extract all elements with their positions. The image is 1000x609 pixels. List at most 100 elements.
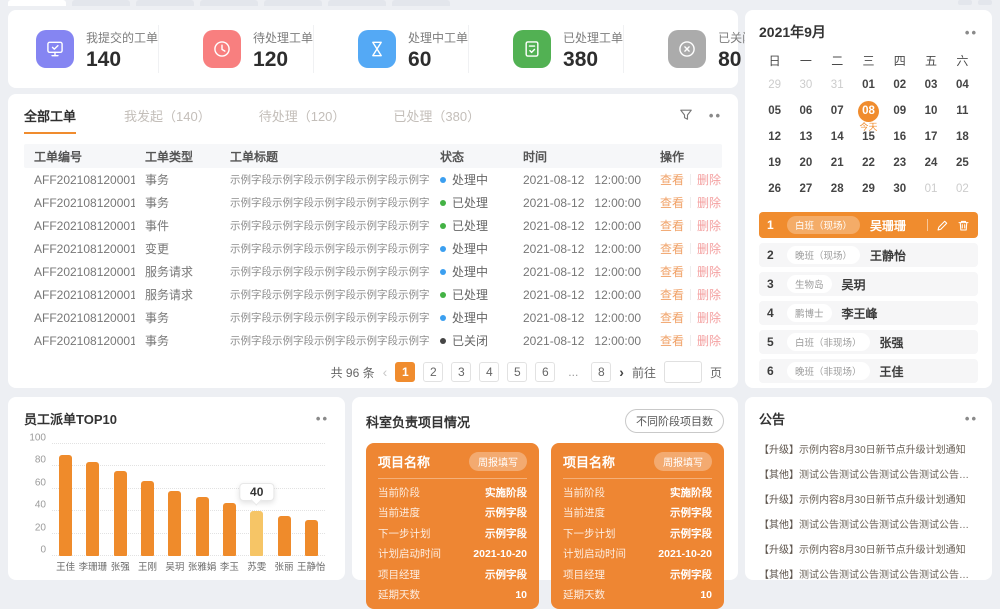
browser-tab[interactable] — [392, 0, 450, 6]
stage-count-button[interactable]: 不同阶段项目数 — [625, 409, 724, 433]
page-button[interactable]: 4 — [479, 362, 499, 382]
calendar-day[interactable]: 03 — [915, 72, 946, 98]
calendar-day[interactable]: 06 — [790, 98, 821, 124]
bar[interactable] — [86, 462, 99, 556]
notice-item[interactable]: 【其他】 测试公告测试公告测试公告测试公告测试公告 — [759, 461, 978, 486]
calendar-day[interactable]: 01 — [853, 72, 884, 98]
calendar-day[interactable]: 24 — [915, 150, 946, 176]
page-button[interactable]: 2 — [423, 362, 443, 382]
page-button[interactable]: ... — [563, 362, 583, 382]
bar[interactable] — [250, 511, 263, 556]
more-icon[interactable]: •• — [709, 109, 722, 122]
calendar-day[interactable]: 04 — [947, 72, 978, 98]
view-link[interactable]: 查看 — [660, 240, 684, 257]
calendar-day[interactable]: 08 今天 — [853, 98, 884, 124]
order-tab[interactable]: 待处理（120） — [259, 106, 346, 134]
delete-link[interactable]: 删除 — [697, 286, 721, 303]
calendar-day[interactable]: 16 — [884, 124, 915, 150]
calendar-day[interactable]: 10 — [915, 98, 946, 124]
notice-item[interactable]: 【其他】 测试公告测试公告测试公告测试公告测试公告 — [759, 561, 978, 586]
window-control[interactable] — [978, 0, 992, 5]
page-button[interactable]: 1 — [395, 362, 415, 382]
calendar-day[interactable]: 23 — [884, 150, 915, 176]
browser-tab[interactable] — [328, 0, 386, 6]
calendar-day[interactable]: 09 — [884, 98, 915, 124]
shift-row[interactable]: 6 晚班（非现场） 王佳 — [759, 359, 978, 383]
calendar-day[interactable]: 13 — [790, 124, 821, 150]
bar-slot[interactable]: 李珊珊 — [79, 442, 106, 556]
stat-card-done[interactable]: 已处理工单 380 — [468, 25, 623, 73]
shift-row[interactable]: 3 生物岛 吴玥 — [759, 272, 978, 296]
shift-row[interactable]: 1 白班（现场） 吴珊珊 — [759, 212, 978, 238]
notice-item[interactable]: 【升级】 示例内容8月30日新节点升级计划通知 — [759, 536, 978, 561]
calendar-day[interactable]: 19 — [759, 150, 790, 176]
browser-tab[interactable] — [136, 0, 194, 6]
bar[interactable] — [223, 503, 236, 556]
bar[interactable] — [59, 455, 72, 556]
calendar-day[interactable]: 18 — [947, 124, 978, 150]
page-button[interactable]: 8 — [591, 362, 611, 382]
calendar-day[interactable]: 20 — [790, 150, 821, 176]
stat-card-submitted[interactable]: 我提交的工单 140 — [8, 25, 158, 73]
window-control[interactable] — [958, 0, 972, 5]
bar[interactable] — [114, 471, 127, 556]
calendar-day[interactable]: 17 — [915, 124, 946, 150]
shift-row[interactable]: 2 晚班（现场） 王静怡 — [759, 243, 978, 267]
bar[interactable] — [196, 497, 209, 556]
calendar-day[interactable]: 29 — [759, 72, 790, 98]
view-link[interactable]: 查看 — [660, 194, 684, 211]
calendar-day[interactable]: 22 — [853, 150, 884, 176]
delete-link[interactable]: 删除 — [697, 332, 721, 349]
bar-slot[interactable]: 王静怡 — [298, 442, 325, 556]
bar-slot[interactable]: 40苏雯 — [243, 442, 270, 556]
stat-card-processing[interactable]: 处理中工单 60 — [313, 25, 468, 73]
goto-page-input[interactable] — [664, 361, 702, 383]
calendar-day[interactable]: 28 — [822, 176, 853, 202]
bar-slot[interactable]: 吴玥 — [161, 442, 188, 556]
bar-slot[interactable]: 张丽 — [270, 442, 297, 556]
bar-slot[interactable]: 张强 — [107, 442, 134, 556]
delete-link[interactable]: 删除 — [697, 194, 721, 211]
order-tab[interactable]: 全部工单 — [24, 106, 76, 134]
browser-tab[interactable] — [264, 0, 322, 6]
view-link[interactable]: 查看 — [660, 332, 684, 349]
view-link[interactable]: 查看 — [660, 263, 684, 280]
more-icon[interactable]: •• — [965, 26, 978, 39]
page-button[interactable]: 5 — [507, 362, 527, 382]
calendar-day[interactable]: 07 — [822, 98, 853, 124]
bar[interactable] — [168, 491, 181, 556]
view-link[interactable]: 查看 — [660, 286, 684, 303]
calendar-day[interactable]: 12 — [759, 124, 790, 150]
view-link[interactable]: 查看 — [660, 171, 684, 188]
notice-item[interactable]: 【其他】 测试公告测试公告测试公告测试公告测试公告 — [759, 511, 978, 536]
notice-item[interactable]: 【升级】 示例内容8月30日新节点升级计划通知 — [759, 486, 978, 511]
browser-tab[interactable] — [8, 0, 66, 6]
weekly-report-badge[interactable]: 周报填写 — [654, 452, 712, 471]
calendar-day[interactable]: 27 — [790, 176, 821, 202]
calendar-day[interactable]: 29 — [853, 176, 884, 202]
more-icon[interactable]: •• — [965, 412, 978, 425]
filter-icon[interactable] — [679, 108, 693, 122]
delete-icon[interactable] — [957, 219, 970, 232]
delete-link[interactable]: 删除 — [697, 240, 721, 257]
delete-link[interactable]: 删除 — [697, 171, 721, 188]
bar-slot[interactable]: 王刚 — [134, 442, 161, 556]
calendar-day[interactable]: 02 — [884, 72, 915, 98]
calendar-day[interactable]: 31 — [822, 72, 853, 98]
bar-slot[interactable]: 张雅娟 — [188, 442, 215, 556]
shift-row[interactable]: 5 白班（非现场） 张强 — [759, 330, 978, 354]
calendar-day[interactable]: 02 — [947, 176, 978, 202]
order-tab[interactable]: 我发起（140） — [124, 106, 211, 134]
page-button[interactable]: 3 — [451, 362, 471, 382]
browser-tab[interactable] — [72, 0, 130, 6]
page-button[interactable]: 6 — [535, 362, 555, 382]
more-icon[interactable]: •• — [316, 412, 329, 425]
shift-row[interactable]: 4 鹏博士 李王峰 — [759, 301, 978, 325]
weekly-report-badge[interactable]: 周报填写 — [469, 452, 527, 471]
calendar-day[interactable]: 25 — [947, 150, 978, 176]
prev-page-icon[interactable]: ‹ — [383, 365, 388, 379]
calendar-day[interactable]: 30 — [884, 176, 915, 202]
delete-link[interactable]: 删除 — [697, 263, 721, 280]
view-link[interactable]: 查看 — [660, 309, 684, 326]
bar[interactable] — [278, 516, 291, 556]
